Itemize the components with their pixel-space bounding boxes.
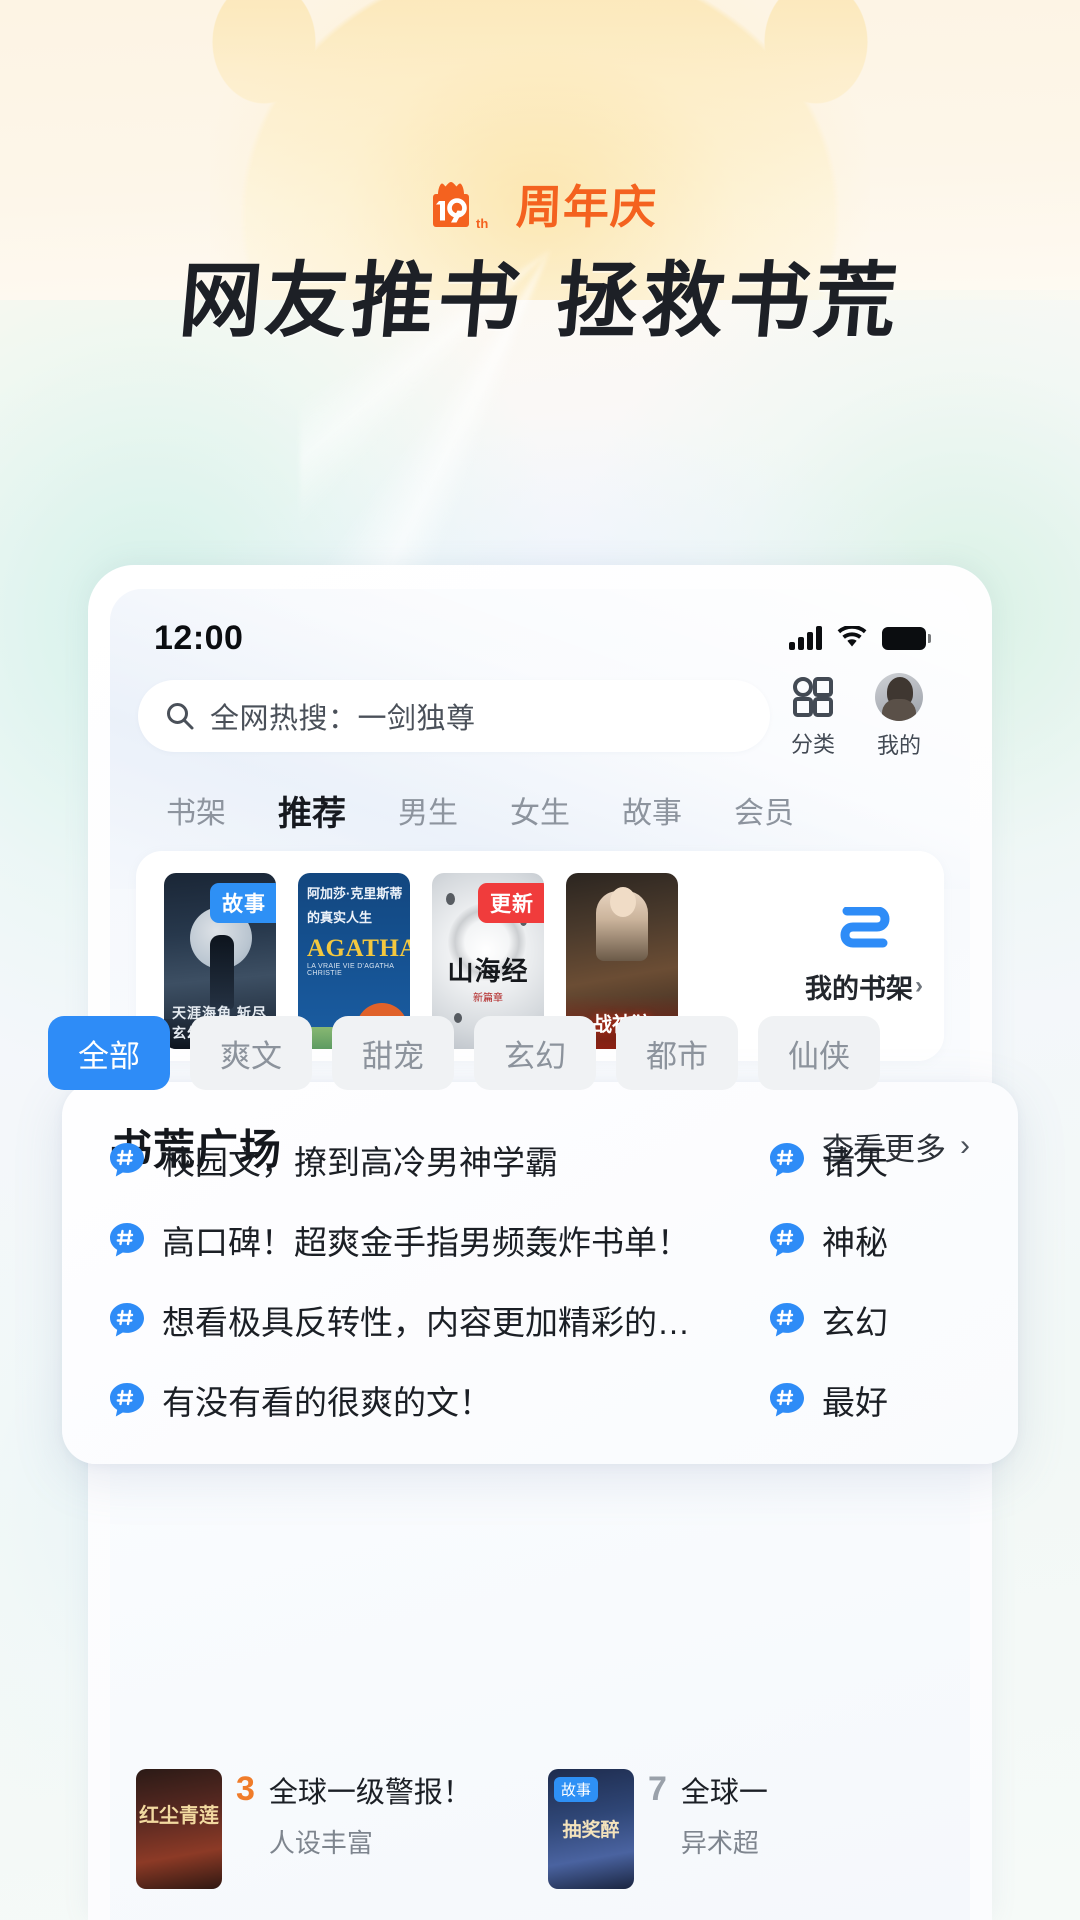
book-cover: 红尘青莲 <box>136 1769 222 1889</box>
list-item[interactable]: 有没有看的很爽的文！ <box>0 1360 760 1440</box>
anniversary-logo: th 周年庆 <box>0 176 1080 236</box>
cover-figure-art <box>210 935 234 1009</box>
categories-button[interactable]: 分类 <box>770 674 856 759</box>
cover-speck <box>446 893 455 905</box>
status-bar: 12:00 <box>110 615 970 661</box>
topic-label: 玄幻 <box>822 1304 888 1341</box>
promo-headline: 网友推书 拯救书荒 <box>175 254 905 349</box>
badge-update: 更新 <box>478 883 544 923</box>
logo-anniversary-text: 周年庆 <box>514 180 658 234</box>
hash-bubble-icon <box>770 1383 804 1417</box>
hash-bubble-icon <box>110 1143 144 1177</box>
cover-head-art <box>610 887 636 917</box>
hash-bubble-icon <box>110 1383 144 1417</box>
wifi-icon <box>837 626 867 647</box>
list-item[interactable]: 故事 抽奖醉 7 全球一 异术超 <box>548 1769 944 1920</box>
battery-icon <box>882 626 931 650</box>
list-item[interactable]: 最好 <box>760 1360 1080 1440</box>
bookshelf-icon <box>840 906 890 947</box>
chip-tianchong[interactable]: 甜宠 <box>332 1016 454 1090</box>
cover-title: 抽奖醉 <box>562 1820 620 1841</box>
tab-shelf[interactable]: 书架 <box>140 788 252 832</box>
shelf-text: 我的书架 <box>805 973 913 1004</box>
topic-label: 想看极具反转性，内容更加精彩的… <box>162 1304 690 1341</box>
badge-story: 故事 <box>554 1777 599 1802</box>
list-item[interactable]: 想看极具反转性，内容更加精彩的… <box>0 1280 760 1360</box>
tab-male[interactable]: 男生 <box>372 788 484 832</box>
hash-bubble-icon <box>770 1223 804 1257</box>
categories-label: 分类 <box>790 731 835 757</box>
book-desc: 异术超 <box>680 1828 759 1858</box>
search-icon <box>167 703 194 730</box>
tab-recommend[interactable]: 推荐 <box>252 786 372 835</box>
profile-label: 我的 <box>876 732 921 758</box>
list-item-text: 全球一级警报！ 人设丰富 <box>269 1769 472 1860</box>
list-item[interactable]: 玄幻 <box>760 1280 1080 1360</box>
profile-button[interactable]: 我的 <box>856 672 942 760</box>
svg-text:th: th <box>476 216 488 231</box>
chevron-right-icon: › <box>915 972 923 999</box>
list-item[interactable]: 校园文，撩到高冷男神学霸 <box>0 1120 760 1200</box>
topic-label: 有没有看的很爽的文！ <box>162 1384 492 1421</box>
avatar <box>875 672 923 721</box>
badge-story: 故事 <box>210 883 276 923</box>
hash-bubble-icon <box>110 1303 144 1337</box>
cover-subtitle: LA VRAIE VIE D'AGATHA CHRISTIE <box>307 963 394 977</box>
topic-label: 最好 <box>822 1384 888 1421</box>
list-item[interactable]: 红尘青莲 3 全球一级警报！ 人设丰富 <box>136 1769 532 1920</box>
search-placeholder: 全网热搜：一剑独尊 <box>210 703 476 735</box>
cover-title: 山海经 <box>447 957 529 986</box>
cover-line1: 阿加莎·克里斯蒂 <box>307 886 403 901</box>
list-item[interactable]: 神秘 <box>760 1200 1080 1280</box>
book-cover: 故事 抽奖醉 <box>548 1769 634 1889</box>
chip-dushi[interactable]: 都市 <box>616 1016 738 1090</box>
grid-categories-icon <box>793 676 833 717</box>
tab-story[interactable]: 故事 <box>596 788 708 832</box>
search-row: 全网热搜：一剑独尊 分类 我的 <box>110 672 970 760</box>
tab-member[interactable]: 会员 <box>708 788 820 832</box>
cover-line2: 的真实人生 <box>307 910 373 925</box>
book-title: 全球一 <box>680 1777 768 1809</box>
status-time: 12:00 <box>154 618 244 657</box>
hash-bubble-icon <box>770 1143 804 1177</box>
topic-label: 高口碑！超爽金手指男频轰炸书单！ <box>162 1224 690 1261</box>
search-input[interactable]: 全网热搜：一剑独尊 <box>138 680 770 752</box>
topic-label: 神秘 <box>822 1224 888 1261</box>
category-tabs: 书架 推荐 男生 女生 故事 会员 <box>110 779 970 841</box>
list-item-text: 全球一 异术超 <box>681 1769 768 1860</box>
hash-bubble-icon <box>110 1223 144 1257</box>
book-title: 全球一级警报！ <box>268 1777 472 1809</box>
cover-title: AGATHA <box>307 935 410 962</box>
chip-shuangwen[interactable]: 爽文 <box>190 1016 312 1090</box>
topic-list: 校园文，撩到高冷男神学霸 诸天 高口碑！超爽金手指男频轰炸书单！ 神秘 想看极具… <box>0 1120 1080 1460</box>
topic-label: 校园文，撩到高冷男神学霸 <box>162 1144 558 1181</box>
genre-filter-chips: 全部 爽文 甜宠 玄幻 都市 仙侠 <box>48 1016 1048 1090</box>
cover-subtitle: 新篇章 <box>473 993 503 1004</box>
chip-xuanhuan[interactable]: 玄幻 <box>474 1016 596 1090</box>
my-bookshelf-label: 我的书架 › <box>805 967 923 1006</box>
signal-bars-icon <box>789 626 822 650</box>
cover-title: 红尘青莲 <box>139 1805 219 1827</box>
topic-label: 诸天 <box>822 1144 888 1181</box>
chip-xianxia[interactable]: 仙侠 <box>758 1016 880 1090</box>
logo-19th-mark: th <box>424 176 508 236</box>
book-desc: 人设丰富 <box>268 1828 373 1858</box>
list-item[interactable]: 高口碑！超爽金手指男频轰炸书单！ <box>0 1200 760 1280</box>
status-icons <box>789 626 931 650</box>
tab-female[interactable]: 女生 <box>484 788 596 832</box>
rank-number: 7 <box>648 1770 667 1808</box>
rank-number: 3 <box>236 1770 255 1808</box>
ranked-book-list: 红尘青莲 3 全球一级警报！ 人设丰富 故事 抽奖醉 7 全球一 异术超 <box>136 1769 944 1920</box>
chip-all[interactable]: 全部 <box>48 1016 170 1090</box>
hash-bubble-icon <box>770 1303 804 1337</box>
list-item[interactable]: 诸天 <box>760 1120 1080 1200</box>
